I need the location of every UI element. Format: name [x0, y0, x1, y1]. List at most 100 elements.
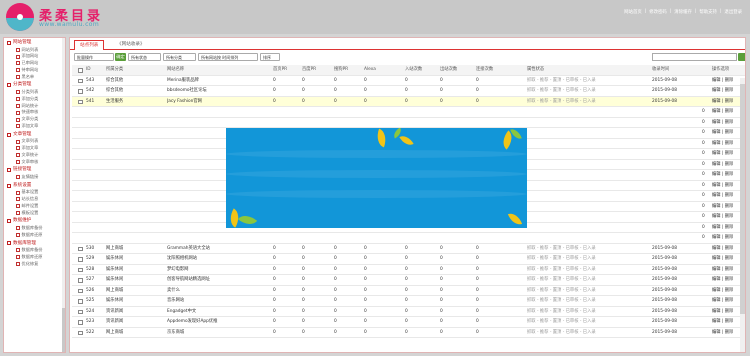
cell-name[interactable]: 创客导航网站精选网址: [167, 275, 267, 286]
delete-link[interactable]: 删除: [725, 256, 734, 261]
sort-order-select[interactable]: 排序: [260, 53, 280, 61]
sidebar-item[interactable]: 文章统计: [4, 152, 65, 159]
table-row[interactable]: 543 综合其他 Merina服装品牌 0 0 0 0 0 0 0 抓取 - 推荐 - 置顶 - 已…: [72, 76, 745, 87]
edit-link[interactable]: 编辑: [712, 99, 721, 104]
top-link-cache[interactable]: 清除缓存: [674, 9, 692, 15]
edit-link[interactable]: 编辑: [712, 330, 721, 335]
delete-link[interactable]: 删除: [725, 214, 734, 219]
sidebar-item[interactable]: 友情链接: [4, 174, 65, 181]
delete-link[interactable]: 删除: [725, 151, 734, 156]
delete-link[interactable]: 删除: [725, 172, 734, 177]
edit-link[interactable]: 编辑: [712, 267, 721, 272]
delete-link[interactable]: 删除: [725, 120, 734, 125]
table-row[interactable]: 524 资讯新闻 Engadget中文 0 0 0 0 0 0 0 抓取 - 推荐 - 置顶 - 已…: [72, 307, 745, 317]
table-row[interactable]: 528 娱乐休闲 梦幻电影网 0 0 0 0 0 0 0 抓取 - 推荐 - 置顶 - 已审核 - …: [72, 265, 745, 276]
edit-link[interactable]: 编辑: [712, 151, 721, 156]
delete-link[interactable]: 删除: [725, 130, 734, 135]
cell-name[interactable]: Merina服装品牌: [167, 76, 267, 87]
row-checkbox[interactable]: [78, 257, 83, 262]
edit-link[interactable]: 编辑: [712, 235, 721, 240]
delete-link[interactable]: 删除: [725, 99, 734, 104]
column-header[interactable]: 连接次数: [476, 65, 493, 76]
edit-link[interactable]: 编辑: [712, 78, 721, 83]
row-checkbox[interactable]: [78, 288, 83, 293]
edit-link[interactable]: 编辑: [712, 225, 721, 230]
edit-link[interactable]: 编辑: [712, 130, 721, 135]
edit-link[interactable]: 编辑: [712, 109, 721, 114]
row-checkbox[interactable]: [78, 309, 83, 314]
sidebar-item[interactable]: 邮件设置: [4, 203, 65, 210]
table-row[interactable]: 526 网上商城 卖什么 0 0 0 0 0 0 0 抓取 - 推荐 - 置顶 - 已审核 - 已入…: [72, 286, 745, 297]
sort-field-select[interactable]: 所有网站按 时间排列: [198, 53, 258, 61]
column-header[interactable]: 操作选项: [712, 65, 729, 76]
edit-link[interactable]: 编辑: [712, 88, 721, 93]
row-checkbox[interactable]: [78, 89, 83, 94]
edit-link[interactable]: 编辑: [712, 214, 721, 219]
row-checkbox[interactable]: [78, 267, 83, 272]
cell-name[interactable]: 梦幻电影网: [167, 265, 267, 276]
delete-link[interactable]: 删除: [725, 319, 734, 324]
edit-link[interactable]: 编辑: [712, 141, 721, 146]
column-header[interactable]: 出站次数: [440, 65, 457, 76]
cell-name[interactable]: 沈阳照相机网站: [167, 254, 267, 265]
column-header[interactable]: 收录时间: [652, 65, 669, 76]
select-all-checkbox[interactable]: [78, 68, 83, 73]
delete-link[interactable]: 删除: [725, 193, 734, 198]
sidebar-item[interactable]: 文章审核: [4, 159, 65, 166]
tab-site-list[interactable]: 站点列表: [74, 40, 105, 50]
sidebar-item[interactable]: 数据库还原: [4, 232, 65, 239]
search-input[interactable]: [652, 53, 737, 61]
row-checkbox[interactable]: [78, 330, 83, 335]
table-row[interactable]: 525 娱乐休闲 音乐网站 0 0 0 0 0 0 0 抓取 - 推荐 - 置顶 - 已审核 - 已…: [72, 296, 745, 307]
sidebar-item[interactable]: 模板设置: [4, 210, 65, 217]
column-header[interactable]: 搜狗PR: [334, 65, 348, 76]
sidebar-item[interactable]: 数据库备份: [4, 247, 65, 254]
sidebar-item[interactable]: 数据库备份: [4, 225, 65, 232]
sidebar-group-title[interactable]: 分类管理: [4, 81, 65, 89]
sidebar-item[interactable]: 添加文章: [4, 145, 65, 152]
edit-link[interactable]: 编辑: [712, 120, 721, 125]
sidebar-item[interactable]: 添加分类: [4, 96, 65, 103]
delete-link[interactable]: 删除: [725, 330, 734, 335]
row-checkbox[interactable]: [78, 99, 83, 104]
sidebar-item[interactable]: 分类列表: [4, 89, 65, 96]
column-header[interactable]: 入站次数: [405, 65, 422, 76]
sidebar-item[interactable]: 站长信息: [4, 196, 65, 203]
delete-link[interactable]: 删除: [725, 109, 734, 114]
delete-link[interactable]: 删除: [725, 78, 734, 83]
column-header[interactable]: 所属分类: [106, 65, 123, 76]
table-row[interactable]: 0 编辑 | 删除: [72, 107, 745, 118]
table-row[interactable]: 541 生活服务 Jacy Fashion官网 0 0 0 0 0 0 0 抓取 - 推荐 - 置顶…: [72, 96, 745, 107]
sidebar-item[interactable]: 添加文章: [4, 123, 65, 130]
delete-link[interactable]: 删除: [725, 141, 734, 146]
edit-link[interactable]: 编辑: [712, 319, 721, 324]
table-row[interactable]: 529 娱乐休闲 沈阳照相机网站 0 0 0 0 0 0 0 抓取 - 推荐 - 置顶 - 已审核 …: [72, 254, 745, 265]
table-row[interactable]: 530 网上商城 Grammah英语大全站 0 0 0 0 0 0 0 抓取 - 推荐 - 置顶 -…: [72, 244, 745, 255]
edit-link[interactable]: 编辑: [712, 246, 721, 251]
delete-link[interactable]: 删除: [725, 204, 734, 209]
table-row[interactable]: 522 网上商城 京东商城 0 0 0 0 0 0 0 抓取 - 推荐 - 置顶 - 已审核 - 已…: [72, 328, 745, 338]
edit-link[interactable]: 编辑: [712, 288, 721, 293]
delete-link[interactable]: 删除: [725, 267, 734, 272]
cell-name[interactable]: Appdemo发现好App优推: [167, 317, 267, 328]
category-filter-select[interactable]: 所有分类: [163, 53, 196, 61]
edit-link[interactable]: 编辑: [712, 193, 721, 198]
row-checkbox[interactable]: [78, 246, 83, 251]
delete-link[interactable]: 删除: [725, 162, 734, 167]
cell-name[interactable]: bbsdeomo社区论坛: [167, 86, 267, 97]
column-header[interactable]: ID: [86, 65, 91, 76]
delete-link[interactable]: 删除: [725, 277, 734, 282]
column-header[interactable]: 百度PR: [302, 65, 316, 76]
edit-link[interactable]: 编辑: [712, 162, 721, 167]
edit-link[interactable]: 编辑: [712, 172, 721, 177]
delete-link[interactable]: 删除: [725, 88, 734, 93]
delete-link[interactable]: 删除: [725, 288, 734, 293]
cell-name[interactable]: 卖什么: [167, 286, 267, 297]
sidebar-scrollbar[interactable]: [62, 38, 65, 352]
cell-name[interactable]: Grammah英语大全站: [167, 244, 267, 255]
confirm-button[interactable]: 确定: [115, 53, 126, 61]
status-filter-select[interactable]: 所有状态: [128, 53, 161, 61]
top-link-password[interactable]: 修改密码: [649, 9, 667, 15]
table-row[interactable]: 0 编辑 | 删除: [72, 118, 745, 128]
row-checkbox[interactable]: [78, 320, 83, 325]
